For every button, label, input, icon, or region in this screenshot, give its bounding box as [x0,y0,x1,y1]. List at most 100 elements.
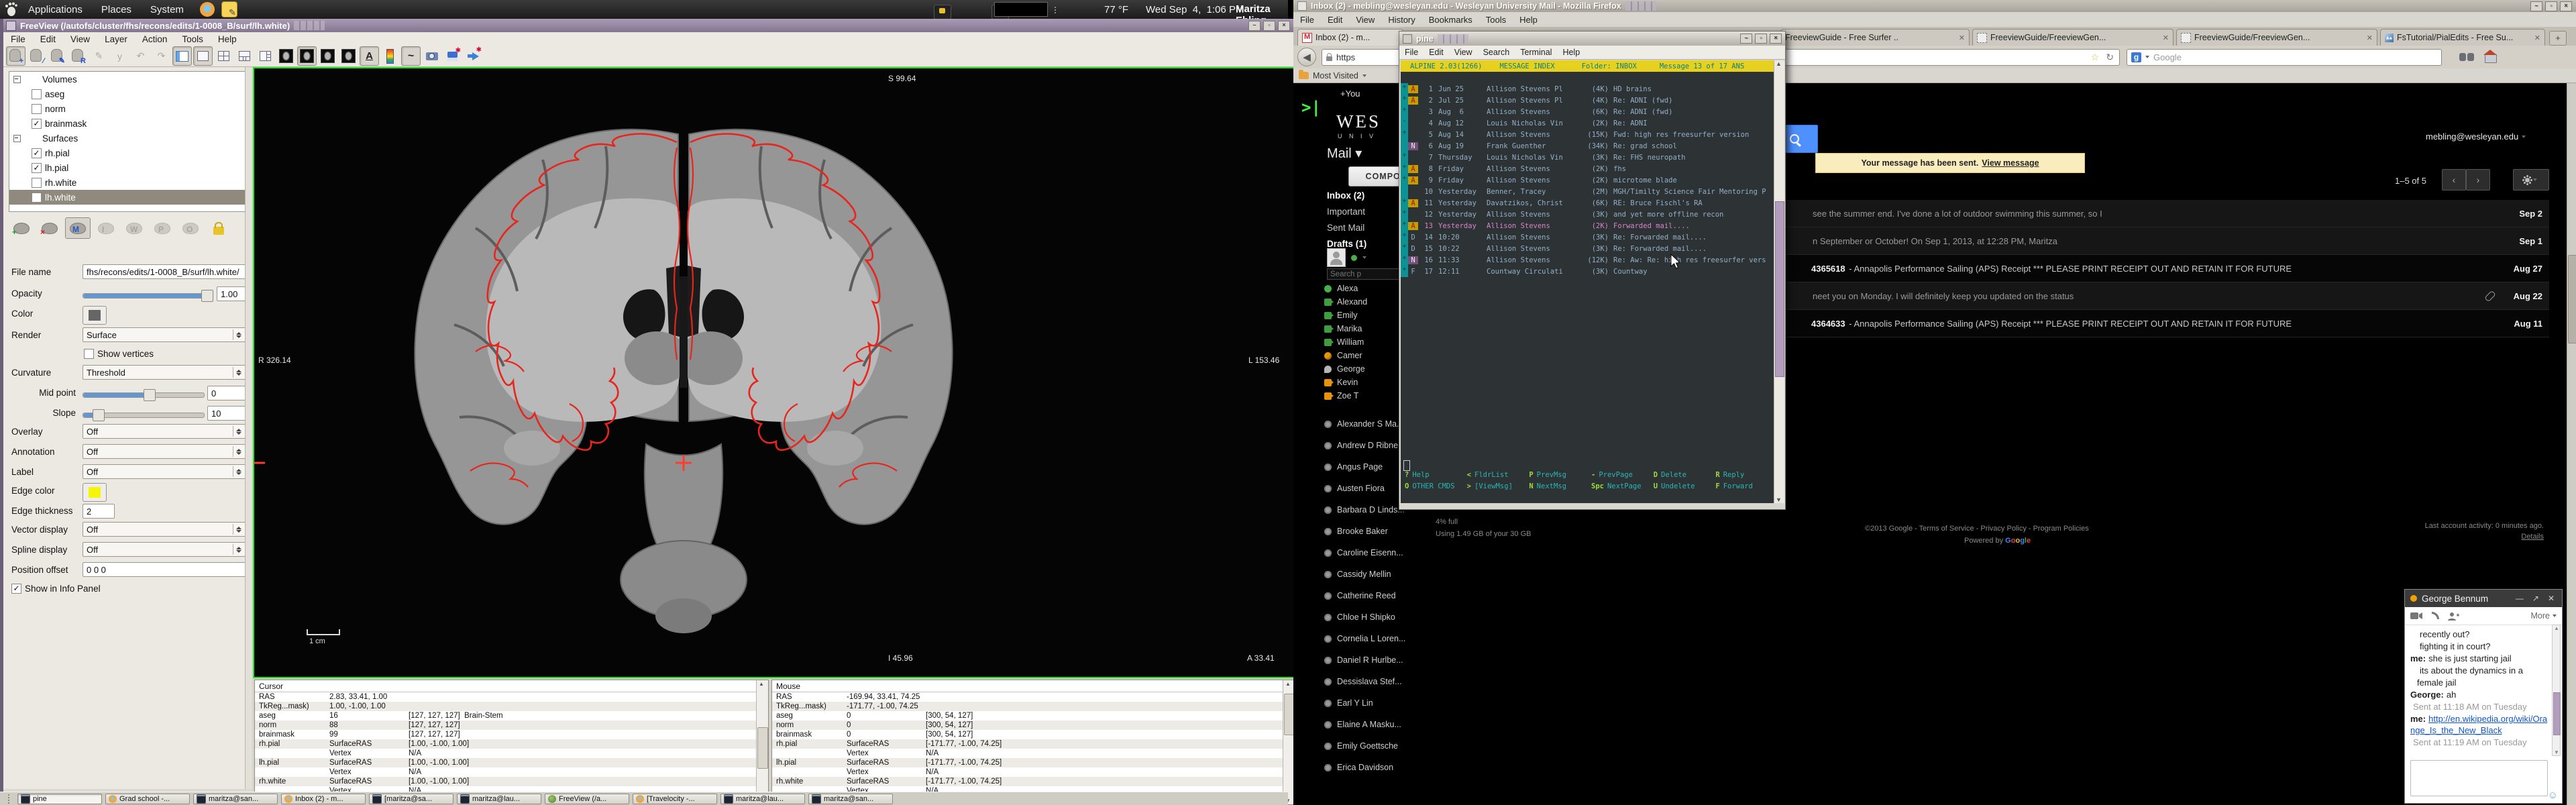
chat-contact[interactable]: Dessislava Stef... [1324,671,1407,692]
message-row[interactable]: + A 8 Friday Allison Stevens (2K) fhs [1401,163,1774,174]
chat-contact[interactable]: Alexa [1324,282,1401,295]
chat-contact[interactable]: Andrew D Ribne... [1324,435,1407,456]
footer-links[interactable]: ©2013 Google - Terms of Service - Privac… [1865,525,2089,533]
message-row[interactable]: + 12 Yesterday Allison Stevens (3K) and … [1401,209,1774,220]
chat-contact[interactable]: Erica Davidson [1324,757,1407,778]
freeview-toolbar-button[interactable]: ✎ [89,46,109,66]
position-offset-input[interactable]: 0 0 0 [83,562,246,577]
taskbar-window-button[interactable]: [maritza@sa... [369,794,453,804]
message-row[interactable]: + D 14 10:20 Allison Stevens (3K) Re: Fo… [1401,231,1774,243]
mail-row[interactable]: see the summer end. I've done a lot of o… [1709,200,2549,227]
google-bar-plusyou[interactable]: +You [1340,89,1360,99]
chat-contact[interactable]: Earl Y Lin [1324,692,1407,714]
tree-expander-icon[interactable] [13,76,21,83]
bookmark-star-icon[interactable]: ☆ [2090,52,2099,63]
taskbar-handle[interactable] [8,794,12,804]
taskbar-window-button[interactable]: Grad school -... [105,794,190,804]
account-menu[interactable]: mebling@wesleyan.edu [2426,131,2526,142]
cursor-pane-scrollbar[interactable] [756,680,768,804]
firefox-menu-item[interactable]: Tools [1479,15,1513,25]
freeview-toolbar-button[interactable] [235,46,254,66]
taskbar-window-button[interactable]: maritza@san... [193,794,278,804]
folder-link[interactable]: Inbox (2) [1327,191,1366,207]
layer-checkbox[interactable] [32,178,42,188]
chat-minimize-icon[interactable]: — [2514,594,2526,603]
view-message-link[interactable]: View message [1982,158,2039,168]
close-button[interactable]: × [1770,34,1782,44]
chat-contact[interactable]: Daniel R Hurlbe... [1324,649,1407,671]
file-name-input[interactable]: /fhs/recons/edits/1-0008_B/surf/lh.white [83,264,246,279]
freeview-toolbar-button[interactable] [256,46,275,66]
status-dropdown-icon[interactable] [1362,256,1366,259]
layer-tree-row[interactable]: Surfaces [9,131,246,146]
menu-places[interactable]: Places [92,0,141,19]
layer-checkbox[interactable] [32,193,42,203]
chat-contact[interactable]: Cassidy Mellin [1324,564,1407,585]
layer-checkbox[interactable]: ✓ [32,163,42,173]
gnome-foot-icon[interactable] [4,1,19,17]
firefox-menu-item[interactable]: History [1381,15,1421,25]
freeview-toolbar-button[interactable] [422,46,441,66]
firefox-menu-item[interactable]: Help [1513,15,1544,25]
details-link[interactable]: Details [2423,533,2544,541]
chat-scrollbar[interactable] [2552,625,2561,756]
freeview-toolbar-button[interactable]: R [68,46,88,66]
layer-checkbox[interactable]: ✓ [32,148,42,158]
message-row[interactable]: + A 11 Yesterday Davatzikos, Christ (6K)… [1401,197,1774,209]
most-visited-bookmark[interactable]: Most Visited [1313,71,1358,80]
close-button[interactable]: × [1278,21,1290,31]
freeview-toolbar-button[interactable]: ~ [401,46,421,66]
opacity-slider[interactable] [83,293,213,299]
message-row[interactable]: + 3 Aug 6 Allison Stevens (6K) Re: ADNI … [1401,106,1774,117]
maximize-button[interactable]: ▫ [1755,34,1767,44]
message-row[interactable]: + F 17 12:11 Countway Circulati (3K) Cou… [1401,266,1774,277]
tab-close-icon[interactable]: ✕ [2534,34,2540,42]
message-row[interactable]: + A 9 Friday Allison Stevens (2K) microt… [1401,174,1774,186]
freeview-menu-item[interactable]: Action [135,34,175,44]
panel-scrollbar[interactable] [245,67,252,789]
chat-contact[interactable]: Brooke Baker [1324,521,1407,542]
chat-popout-icon[interactable]: ↗ [2530,594,2541,603]
avatar[interactable] [1327,248,1346,267]
settings-gear-button[interactable] [2513,169,2549,191]
layer-checkbox[interactable]: ✓ [32,119,42,129]
terminal-menu-item[interactable]: Edit [1424,48,1449,57]
tab-close-icon[interactable]: ✕ [2367,34,2373,42]
browser-scrollbar[interactable] [2567,83,2576,805]
search-engine-dropdown-icon[interactable] [2145,56,2149,58]
edge-thickness-spinner[interactable]: 2 [83,504,115,519]
freeview-toolbar-button[interactable] [193,46,213,66]
message-row[interactable]: N 6 Aug 19 Frank Guenther (34K) Re: grad… [1401,140,1774,152]
freeview-menu-item[interactable]: Help [211,34,244,44]
message-row[interactable]: + A 13 Yesterday Allison Stevens (2K) Fo… [1401,220,1774,231]
layer-tree-row[interactable]: ✓ brainmask [9,116,246,131]
tab-freeviewguide-3[interactable]: FreeviewGuide/FreeviewGen...✕ [2176,29,2377,46]
chat-contact[interactable]: Angus Page [1324,456,1407,478]
freeview-menu-item[interactable]: Edit [33,34,63,44]
freeview-toolbar-button[interactable] [339,46,358,66]
chat-contact[interactable]: Marika [1324,322,1401,335]
back-button[interactable]: ◀ [1297,48,1316,66]
chat-header[interactable]: George Bennum — ↗ ✕ [2405,590,2562,607]
layer-toolbar-button[interactable]: I [93,217,119,239]
show-in-info-panel-checkbox[interactable]: ✓ [11,584,21,594]
smiley-icon[interactable]: ☺ [2548,790,2558,801]
opacity-spinner[interactable]: 1.00 [217,286,248,301]
mail-menu[interactable]: Mail ▾ [1327,145,1362,162]
search-bar[interactable]: g Google [2127,49,2442,66]
curvature-select[interactable]: Threshold [83,365,246,380]
terminal-menu-item[interactable]: View [1449,48,1478,57]
minimize-button[interactable]: – [1248,21,1260,31]
message-row[interactable]: + D 15 10:22 Allison Stevens (3K) Re: Fo… [1401,243,1774,254]
overlay-select[interactable]: Off [83,424,246,439]
mail-row[interactable]: 4364633 - Annapolis Performance Sailing … [1709,310,2549,337]
chat-contact[interactable]: Kevin [1324,376,1401,389]
spline-display-select[interactable]: Off [83,542,246,557]
pine-titlebar[interactable]: pine – ▫ × [1399,32,1785,46]
layer-toolbar-button[interactable]: × [37,217,62,239]
chat-contact[interactable]: Emily Goettsche [1324,735,1407,757]
menu-system[interactable]: System [141,0,193,19]
freeview-titlebar[interactable]: FreeView (/autofs/cluster/fhs/recons/edi… [3,19,1295,32]
firefox-menu-item[interactable]: Edit [1321,15,1349,25]
firefox-menu-item[interactable]: View [1349,15,1381,25]
